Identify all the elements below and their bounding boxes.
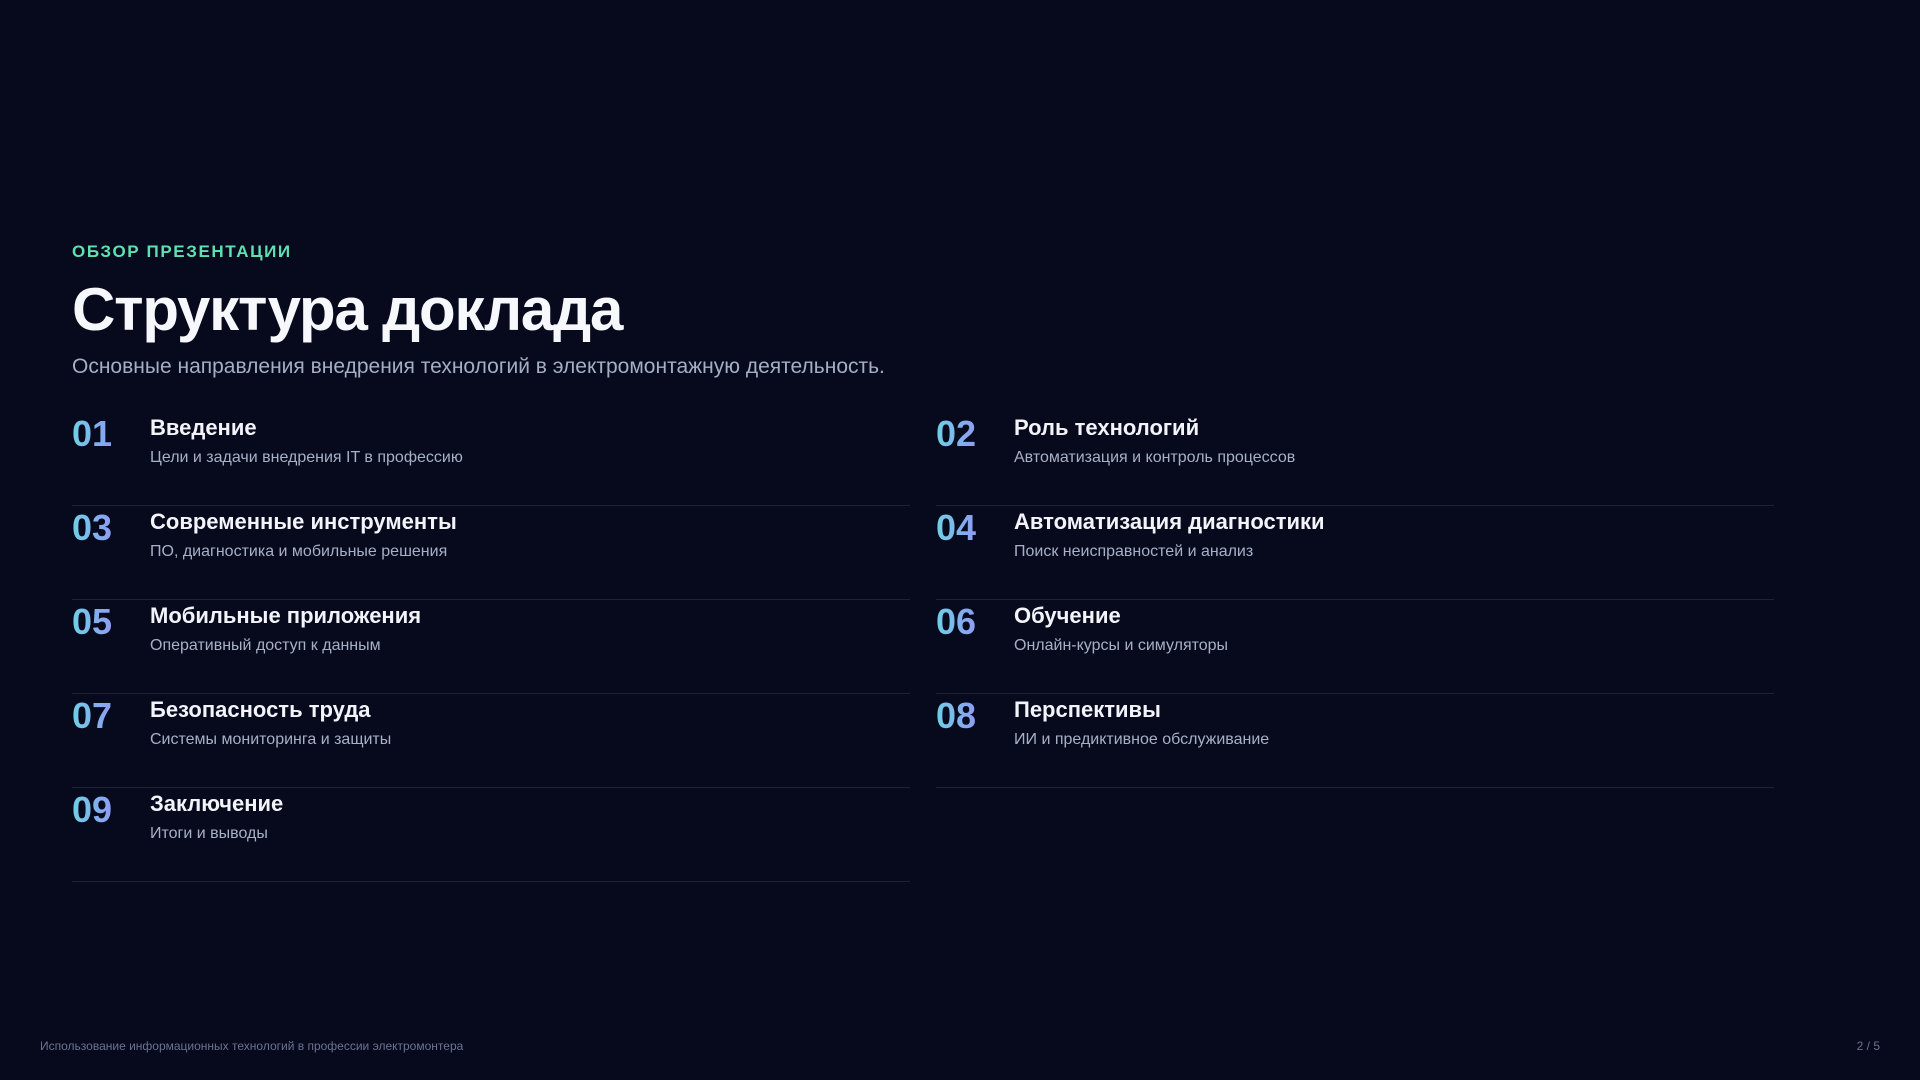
agenda-item-description: Системы мониторинга и защиты bbox=[150, 731, 392, 748]
page-indicator: 2 / 5 bbox=[1856, 1039, 1880, 1053]
footer-presentation-title: Использование информационных технологий … bbox=[40, 1039, 464, 1053]
agenda-item-title: Современные инструменты bbox=[150, 509, 457, 534]
agenda-item-number: 02 bbox=[936, 413, 977, 454]
agenda-item-description: Онлайн-курсы и симуляторы bbox=[1014, 637, 1229, 654]
agenda-item-number: 03 bbox=[72, 507, 113, 548]
agenda-item-description: Оперативный доступ к данным bbox=[150, 637, 381, 654]
agenda-grid: 01 Введение Цели и задачи внедрения IT в… bbox=[72, 412, 1774, 882]
agenda-item-03: 03 Современные инструменты ПО, диагности… bbox=[72, 506, 910, 600]
agenda-item-title: Безопасность труда bbox=[150, 697, 371, 722]
slide-title: Структура доклада bbox=[72, 276, 623, 343]
agenda-item-number: 07 bbox=[72, 695, 113, 736]
agenda-item-description: Цели и задачи внедрения IT в профессию bbox=[150, 449, 463, 466]
agenda-item-number: 06 bbox=[936, 601, 977, 642]
agenda-item-title: Заключение bbox=[150, 791, 284, 816]
agenda-item-title: Обучение bbox=[1014, 603, 1121, 628]
slide-content: ОБЗОР ПРЕЗЕНТАЦИИ Структура доклада Осно… bbox=[72, 240, 1774, 882]
agenda-item-number: 05 bbox=[72, 601, 113, 642]
slide-subtitle: Основные направления внедрения технологи… bbox=[72, 355, 885, 378]
agenda-item-description: ПО, диагностика и мобильные решения bbox=[150, 543, 448, 560]
agenda-item-number: 04 bbox=[936, 507, 977, 548]
agenda-item-description: Поиск неисправностей и анализ bbox=[1014, 543, 1254, 560]
agenda-item-number: 01 bbox=[72, 413, 113, 454]
agenda-item-08: 08 Перспективы ИИ и предиктивное обслужи… bbox=[936, 694, 1774, 788]
eyebrow-label: ОБЗОР ПРЕЗЕНТАЦИИ bbox=[72, 242, 292, 261]
agenda-item-description: ИИ и предиктивное обслуживание bbox=[1014, 731, 1270, 748]
agenda-item-description: Итоги и выводы bbox=[150, 825, 268, 842]
agenda-item-title: Роль технологий bbox=[1014, 415, 1200, 440]
agenda-item-title: Автоматизация диагностики bbox=[1014, 509, 1325, 534]
agenda-item-description: Автоматизация и контроль процессов bbox=[1014, 449, 1296, 466]
agenda-item-07: 07 Безопасность труда Системы мониторинг… bbox=[72, 694, 910, 788]
agenda-item-04: 04 Автоматизация диагностики Поиск неисп… bbox=[936, 506, 1774, 600]
agenda-item-number: 08 bbox=[936, 695, 977, 736]
agenda-item-09: 09 Заключение Итоги и выводы bbox=[72, 788, 910, 882]
agenda-item-title: Мобильные приложения bbox=[150, 603, 422, 628]
agenda-item-title: Перспективы bbox=[1014, 697, 1161, 722]
agenda-item-title: Введение bbox=[150, 415, 257, 440]
agenda-item-06: 06 Обучение Онлайн-курсы и симуляторы bbox=[936, 600, 1774, 694]
agenda-item-05: 05 Мобильные приложения Оперативный дост… bbox=[72, 600, 910, 694]
agenda-item-01: 01 Введение Цели и задачи внедрения IT в… bbox=[72, 412, 910, 506]
slide: ОБЗОР ПРЕЗЕНТАЦИИ Структура доклада Осно… bbox=[0, 0, 1920, 1080]
agenda-item-02: 02 Роль технологий Автоматизация и контр… bbox=[936, 412, 1774, 506]
agenda-item-number: 09 bbox=[72, 789, 113, 830]
